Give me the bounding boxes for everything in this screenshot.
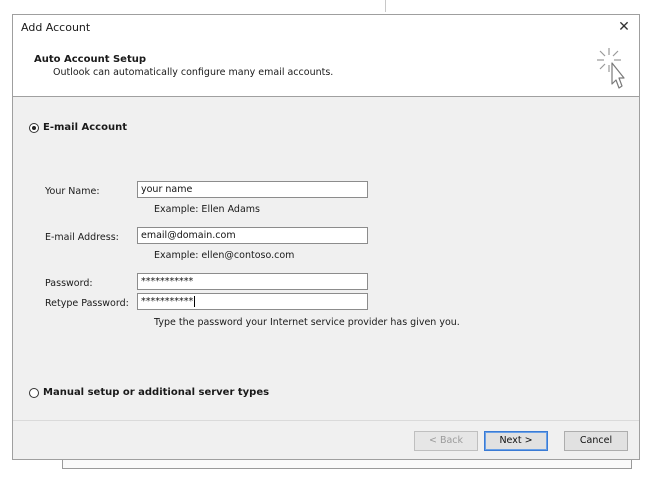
email-account-radio[interactable] [29,122,39,133]
retype-password-value: *********** [141,296,194,307]
password-input[interactable]: *********** [137,273,368,290]
your-name-label: Your Name: [45,186,100,197]
header-subtitle: Outlook can automatically configure many… [53,67,334,78]
dialog-content: E-mail Account Your Name: your name Exam… [13,97,639,420]
dialog-header: Auto Account Setup Outlook can automatic… [13,41,639,97]
password-label: Password: [45,278,93,289]
add-account-dialog: Add Account ✕ Auto Account Setup Outlook… [12,14,640,460]
email-account-label: E-mail Account [43,122,127,133]
text-caret [194,296,196,307]
email-address-input[interactable]: email@domain.com [137,227,368,244]
back-button[interactable]: < Back [414,431,478,451]
email-account-option[interactable]: E-mail Account [29,122,127,133]
manual-setup-option[interactable]: Manual setup or additional server types [29,387,269,398]
retype-password-input[interactable]: *********** [137,293,368,310]
your-name-input[interactable]: your name [137,181,368,198]
retype-password-label: Retype Password: [45,298,129,309]
title-bar: Add Account ✕ [13,15,639,41]
cancel-button[interactable]: Cancel [564,431,628,451]
manual-setup-radio[interactable] [29,387,39,398]
password-hint: Type the password your Internet service … [154,317,460,328]
email-address-label: E-mail Address: [45,232,119,243]
email-address-hint: Example: ellen@contoso.com [154,250,295,261]
next-button[interactable]: Next > [484,431,548,451]
dialog-footer: < Back Next > Cancel [13,421,639,459]
manual-setup-label: Manual setup or additional server types [43,387,270,398]
close-icon[interactable]: ✕ [609,15,639,39]
your-name-hint: Example: Ellen Adams [154,204,260,215]
window-title: Add Account [21,21,91,34]
background-window-edge [385,0,386,12]
header-title: Auto Account Setup [34,54,146,65]
background-window [62,460,632,469]
magic-wand-cursor-icon [597,48,625,89]
